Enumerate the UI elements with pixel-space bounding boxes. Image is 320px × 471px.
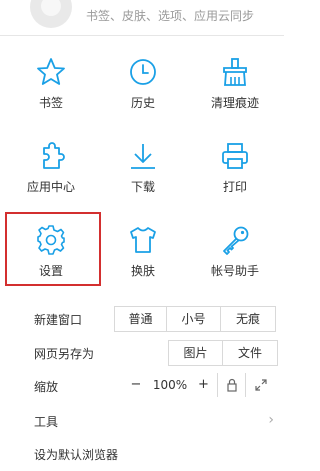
expand-icon	[255, 379, 267, 391]
avatar[interactable]	[30, 0, 72, 28]
zoom-row: 缩放 − 100% +	[0, 369, 284, 403]
account-assistant-label: 帐号助手	[210, 264, 259, 278]
new-window-label: 新建窗口	[34, 313, 83, 327]
chevron-right-icon: ›	[268, 412, 274, 428]
history-label: 历史	[130, 96, 155, 110]
downloads-label: 下载	[130, 180, 155, 194]
new-window-small-button[interactable]: 小号	[167, 307, 221, 331]
app-center-button[interactable]: 应用中心	[4, 140, 98, 200]
account-header[interactable]: 书签、皮肤、选项、应用云同步	[0, 0, 284, 36]
save-page-label: 网页另存为	[34, 347, 95, 361]
zoom-out-button[interactable]: −	[122, 373, 150, 397]
clear-traces-label: 清理痕迹	[210, 96, 259, 110]
new-window-options: 普通 小号 无痕	[114, 306, 276, 332]
broom-icon	[223, 58, 247, 86]
zoom-value: 100%	[150, 373, 190, 397]
tools-row[interactable]: 工具 ›	[0, 404, 284, 438]
tshirt-icon	[130, 227, 156, 253]
zoom-label: 缩放	[34, 380, 59, 394]
default-browser-row[interactable]: 设为默认浏览器	[0, 437, 284, 471]
save-page-row: 网页另存为 图片 文件	[0, 336, 284, 370]
save-as-image-button[interactable]: 图片	[169, 341, 223, 365]
zoom-in-button[interactable]: +	[190, 373, 218, 397]
key-icon	[223, 226, 249, 255]
account-assistant-button[interactable]: 帐号助手	[188, 224, 282, 284]
app-center-label: 应用中心	[26, 180, 75, 194]
print-button[interactable]: 打印	[188, 140, 282, 200]
skin-label: 换肤	[130, 264, 155, 278]
fullscreen-button[interactable]	[246, 373, 276, 397]
tools-label: 工具	[34, 415, 59, 429]
lock-icon	[227, 378, 237, 392]
new-window-row: 新建窗口 普通 小号 无痕	[0, 302, 284, 336]
new-window-normal-button[interactable]: 普通	[115, 307, 167, 331]
download-icon	[131, 144, 155, 169]
downloads-button[interactable]: 下载	[96, 140, 190, 200]
star-icon	[37, 58, 65, 85]
save-page-options: 图片 文件	[168, 340, 278, 366]
default-browser-label: 设为默认浏览器	[34, 448, 119, 462]
new-window-incognito-button[interactable]: 无痕	[221, 307, 275, 331]
clock-icon	[130, 59, 156, 85]
zoom-controls: − 100% +	[122, 373, 276, 399]
settings-highlight-frame	[5, 212, 101, 286]
printer-icon	[222, 143, 248, 169]
history-button[interactable]: 历史	[96, 56, 190, 116]
save-as-file-button[interactable]: 文件	[223, 341, 277, 365]
skin-button[interactable]: 换肤	[96, 224, 190, 284]
bookmarks-label: 书签	[38, 96, 63, 110]
zoom-lock-button[interactable]	[218, 373, 246, 397]
sync-hint: 书签、皮肤、选项、应用云同步	[86, 9, 255, 23]
puzzle-icon	[43, 142, 65, 169]
print-label: 打印	[222, 180, 247, 194]
clear-traces-button[interactable]: 清理痕迹	[188, 56, 282, 116]
bookmarks-button[interactable]: 书签	[4, 56, 98, 116]
